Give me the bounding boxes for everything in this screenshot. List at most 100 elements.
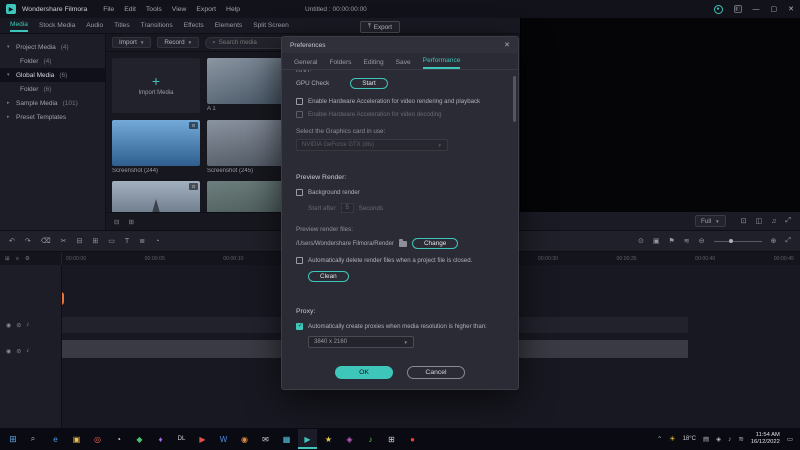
dialog-scrollbar[interactable]	[513, 76, 516, 122]
menu-file[interactable]: File	[103, 6, 114, 13]
redo-icon[interactable]: ↷	[25, 237, 31, 245]
tab-stock-media[interactable]: Stock Media	[39, 20, 75, 31]
weather-temp[interactable]: 18°C	[683, 436, 696, 442]
tab-titles[interactable]: Titles	[114, 20, 130, 31]
hw-decode-checkbox[interactable]	[296, 111, 303, 118]
media-thumbnail[interactable]: ⊡	[112, 181, 200, 212]
manage-tracks-icon[interactable]: ⊞	[5, 256, 10, 262]
close-button[interactable]: ✕	[788, 5, 794, 13]
gpu-check-start-button[interactable]: Start	[350, 78, 388, 89]
antivirus-icon[interactable]: ◈	[716, 435, 721, 443]
taskbar-app-edge[interactable]: e	[46, 429, 65, 449]
speed-icon[interactable]: ▭	[108, 237, 115, 245]
tray-chevron-up-icon[interactable]: ⌃	[657, 435, 662, 443]
zoom-out-icon[interactable]: ⊖	[699, 237, 705, 245]
taskbar-app-word[interactable]: W	[214, 429, 233, 449]
panel-settings-icon[interactable]: ⊞	[128, 218, 133, 226]
taskbar-app-chrome[interactable]: ◔	[109, 429, 128, 449]
media-item-screenshot-244[interactable]: ⊡ Screenshot (244)	[112, 120, 200, 174]
thumbnail-size-icon[interactable]: ⊟	[114, 218, 119, 226]
fullscreen-icon[interactable]: ⤢	[785, 217, 791, 225]
snapshot-icon[interactable]: ⊡	[741, 217, 747, 225]
taskbar-app-store[interactable]: ▦	[277, 429, 296, 449]
dialog-tab-general[interactable]: General	[294, 59, 317, 69]
media-item[interactable]: ⊡	[112, 181, 200, 212]
action-center-icon[interactable]: ▭	[787, 435, 793, 443]
menu-help[interactable]: Help	[226, 6, 240, 13]
marker-flag-icon[interactable]: ⚑	[668, 237, 674, 245]
taskbar-search-icon[interactable]: ⌕	[24, 429, 42, 449]
menu-edit[interactable]: Edit	[124, 6, 136, 13]
taskbar-app-app-green[interactable]: ◆	[130, 429, 149, 449]
tab-transitions[interactable]: Transitions	[141, 20, 173, 31]
sidebar-item-folder-2[interactable]: Folder (6)	[0, 82, 105, 96]
sidebar-item-project-media[interactable]: ▾ Project Media (4)	[0, 40, 105, 54]
menu-export[interactable]: Export	[196, 6, 216, 13]
zoom-slider-knob[interactable]	[728, 238, 733, 243]
volume-icon[interactable]: ♪	[728, 436, 731, 443]
sidebar-item-global-media[interactable]: ▾ Global Media (6)	[0, 68, 105, 82]
properties-icon[interactable]: ≣	[139, 237, 145, 245]
track-visibility-icon[interactable]: ◉	[6, 322, 11, 329]
preview-monitor[interactable]	[520, 18, 800, 212]
voiceover-mic-icon[interactable]: ⊙	[638, 237, 644, 245]
trash-icon[interactable]: ⌫	[41, 237, 51, 245]
volume-icon[interactable]: ♫	[771, 218, 776, 225]
graphics-card-select[interactable]: NVIDIA GeForce GTX (dis) ▼	[296, 139, 448, 151]
taskbar-app-browser[interactable]: ◎	[88, 429, 107, 449]
proxy-auto-create-checkbox[interactable]	[296, 323, 303, 330]
media-thumbnail[interactable]: ⊡	[112, 120, 200, 166]
menu-view[interactable]: View	[172, 6, 187, 13]
tab-split-screen[interactable]: Split Screen	[253, 20, 289, 31]
folder-icon[interactable]	[398, 238, 407, 247]
text-tool-icon[interactable]: T	[125, 238, 129, 245]
zoom-in-icon[interactable]: ⊕	[771, 237, 777, 245]
tab-audio[interactable]: Audio	[86, 20, 103, 31]
undo-icon[interactable]: ↶	[9, 237, 15, 245]
export-button[interactable]: ⤒ Export	[360, 21, 400, 33]
maximize-button[interactable]: ▢	[771, 5, 778, 13]
taskbar-app-app-crimson[interactable]: ●	[403, 429, 422, 449]
audio-mixer-icon[interactable]: ≋	[684, 237, 690, 245]
sidebar-item-folder-1[interactable]: Folder (4)	[0, 54, 105, 68]
workspace-icon[interactable]: ◧	[733, 5, 742, 13]
track-mute-icon[interactable]: ♪	[26, 322, 29, 328]
taskbar-app-app-orange[interactable]: ◉	[235, 429, 254, 449]
tray-window-icon[interactable]: ▤	[703, 435, 709, 443]
taskbar-app-app-grey[interactable]: ⊞	[382, 429, 401, 449]
dialog-tab-performance[interactable]: Performance	[422, 57, 461, 69]
taskbar-app-file-explorer[interactable]: ▣	[67, 429, 86, 449]
tab-media[interactable]: Media	[10, 19, 28, 32]
track-settings-icon[interactable]: ⚙	[25, 256, 30, 262]
clock[interactable]: 11:54 AM 16/12/2022	[751, 432, 780, 446]
sidebar-item-sample-media[interactable]: ▸ Sample Media (101)	[0, 96, 105, 110]
clean-render-button[interactable]: Clean	[308, 271, 349, 282]
hw-render-checkbox[interactable]	[296, 98, 303, 105]
crop-icon[interactable]: ⊟	[77, 237, 83, 245]
auto-delete-checkbox[interactable]	[296, 257, 303, 264]
track-lock-icon[interactable]: ⊘	[16, 348, 21, 355]
taskbar-app-mail[interactable]: ✉	[256, 429, 275, 449]
taskbar-app-app-red[interactable]: ▶	[193, 429, 212, 449]
ok-button[interactable]: OK	[335, 366, 393, 379]
start-after-input[interactable]: 5	[340, 203, 354, 213]
dialog-tab-folders[interactable]: Folders	[329, 59, 351, 69]
taskbar-app-filmora[interactable]: ▶	[298, 429, 317, 449]
import-dropdown-button[interactable]: Import ▼	[112, 37, 152, 48]
record-dropdown-button[interactable]: Record ▼	[157, 37, 200, 48]
taskbar-app-dl-app[interactable]: DL	[172, 429, 191, 449]
start-button[interactable]: ⊞	[4, 429, 22, 449]
import-media-tile[interactable]: + Import Media	[112, 58, 200, 113]
sidebar-item-preset-templates[interactable]: ▸ Preset Templates	[0, 110, 105, 124]
change-path-button[interactable]: Change	[411, 238, 459, 249]
tab-elements[interactable]: Elements	[215, 20, 243, 31]
duplicate-icon[interactable]: ⊞	[92, 237, 98, 245]
background-render-checkbox[interactable]	[296, 189, 303, 196]
dialog-tab-save[interactable]: Save	[396, 59, 411, 69]
taskbar-app-app-magenta[interactable]: ◈	[340, 429, 359, 449]
preview-zoom-select[interactable]: Full ▼	[695, 215, 726, 227]
dual-monitor-icon[interactable]: ◫	[756, 217, 763, 225]
scissors-icon[interactable]: ✂	[61, 237, 67, 245]
track-lock-icon[interactable]: ⊘	[16, 322, 21, 329]
taskbar-app-app-purple[interactable]: ♦	[151, 429, 170, 449]
